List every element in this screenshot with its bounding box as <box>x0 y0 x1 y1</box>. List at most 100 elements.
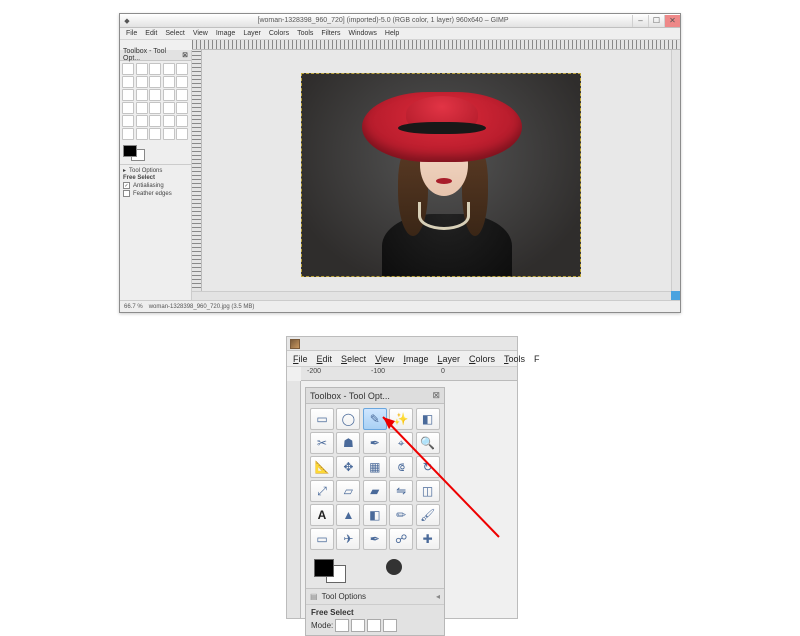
fuzzy-select-icon[interactable]: ✨ <box>389 408 413 430</box>
free-select-icon[interactable]: ✎ <box>363 408 387 430</box>
options-menu-icon[interactable]: ◂ <box>436 592 440 601</box>
menu-filters[interactable]: Filters <box>321 30 340 37</box>
menu-image[interactable]: Image <box>216 30 235 37</box>
tool-button[interactable] <box>176 89 188 101</box>
toolbox-title-bar[interactable]: Toolbox - Tool Opt... ⊠ <box>120 50 191 61</box>
bucket-icon[interactable]: ▲ <box>336 504 360 526</box>
ink-icon[interactable]: ✒ <box>363 528 387 550</box>
color-swatches[interactable] <box>306 554 444 588</box>
shear-icon[interactable]: ▱ <box>336 480 360 502</box>
move-icon[interactable]: ✥ <box>336 456 360 478</box>
image-canvas[interactable] <box>301 73 581 277</box>
tool-button[interactable] <box>149 115 161 127</box>
tool-button[interactable] <box>122 63 134 75</box>
antialias-checkbox[interactable]: ✓ <box>123 182 130 189</box>
color-select-icon[interactable]: ◧ <box>416 408 440 430</box>
tool-button[interactable] <box>176 63 188 75</box>
text-icon[interactable]: A <box>310 504 334 526</box>
menu-file[interactable]: File <box>126 30 137 37</box>
scrollbar-horizontal[interactable] <box>192 291 671 300</box>
canvas-area[interactable] <box>192 50 680 300</box>
menu-more[interactable]: F <box>534 354 540 364</box>
tool-button[interactable] <box>149 76 161 88</box>
flip-icon[interactable]: ⇋ <box>389 480 413 502</box>
active-brush-icon[interactable] <box>386 559 402 575</box>
fg-color-icon[interactable] <box>123 145 137 157</box>
tool-button[interactable] <box>149 128 161 140</box>
menu-colors[interactable]: Colors <box>269 30 289 37</box>
close-button[interactable]: ✕ <box>664 15 680 27</box>
heal-icon[interactable]: ✚ <box>416 528 440 550</box>
menu-select[interactable]: Select <box>165 30 184 37</box>
ruler-vertical[interactable] <box>287 381 301 618</box>
menu-colors[interactable]: Colors <box>469 354 495 364</box>
paintbrush-icon[interactable]: 🖌 <box>416 504 440 526</box>
ruler-horizontal[interactable]: -200 -100 0 <box>301 367 517 381</box>
clone-icon[interactable]: ☍ <box>389 528 413 550</box>
color-swatches[interactable] <box>120 142 191 164</box>
tool-button[interactable] <box>122 115 134 127</box>
ruler-vertical[interactable] <box>192 50 202 300</box>
drag-handle-icon[interactable]: ▤ <box>310 592 318 601</box>
tool-button[interactable] <box>122 89 134 101</box>
titlebar[interactable] <box>287 337 517 351</box>
tool-button[interactable] <box>163 89 175 101</box>
tool-button[interactable] <box>176 128 188 140</box>
tool-button[interactable] <box>176 115 188 127</box>
tool-button[interactable] <box>176 102 188 114</box>
minimize-button[interactable]: – <box>632 15 648 27</box>
scale-icon[interactable]: ⤢ <box>310 480 334 502</box>
toolbox-title-bar[interactable]: Toolbox - Tool Opt... ⊠ <box>306 388 444 404</box>
tool-button[interactable] <box>163 128 175 140</box>
menu-image[interactable]: Image <box>403 354 428 364</box>
navigation-icon[interactable] <box>671 291 680 300</box>
rectangle-select-icon[interactable]: ▭ <box>310 408 334 430</box>
foreground-select-icon[interactable]: ☗ <box>336 432 360 454</box>
tool-button[interactable] <box>163 76 175 88</box>
cage-icon[interactable]: ◫ <box>416 480 440 502</box>
tool-button[interactable] <box>122 76 134 88</box>
menu-tools[interactable]: Tools <box>297 30 313 37</box>
tool-options-header-row[interactable]: ▤ Tool Options ◂ <box>306 589 444 605</box>
mode-subtract-button[interactable] <box>367 619 381 632</box>
tool-button[interactable] <box>136 89 148 101</box>
ellipse-select-icon[interactable]: ◯ <box>336 408 360 430</box>
toolbox-close-icon[interactable]: ⊠ <box>182 51 188 59</box>
paths-icon[interactable]: ✒ <box>363 432 387 454</box>
tool-button[interactable] <box>136 115 148 127</box>
scissors-icon[interactable]: ✂ <box>310 432 334 454</box>
menu-windows[interactable]: Windows <box>348 30 376 37</box>
zoom-icon[interactable]: 🔍 <box>416 432 440 454</box>
tool-button[interactable] <box>149 102 161 114</box>
eraser-icon[interactable]: ▭ <box>310 528 334 550</box>
tool-button[interactable] <box>136 76 148 88</box>
menu-select[interactable]: Select <box>341 354 366 364</box>
tool-button[interactable] <box>136 128 148 140</box>
blend-icon[interactable]: ◧ <box>363 504 387 526</box>
menu-tools[interactable]: Tools <box>504 354 525 364</box>
tool-button[interactable] <box>136 63 148 75</box>
tool-button[interactable] <box>122 128 134 140</box>
menu-view[interactable]: View <box>193 30 208 37</box>
tool-button[interactable] <box>163 102 175 114</box>
menu-layer[interactable]: Layer <box>243 30 261 37</box>
mode-replace-button[interactable] <box>335 619 349 632</box>
fg-color-icon[interactable] <box>314 559 334 577</box>
titlebar[interactable]: ◆ [woman-1328398_960_720] (imported)-5.0… <box>120 14 680 28</box>
color-picker-icon[interactable]: ⌖ <box>389 432 413 454</box>
zoom-level[interactable]: 66.7 % <box>124 304 143 310</box>
perspective-icon[interactable]: ▰ <box>363 480 387 502</box>
airbrush-icon[interactable]: ✈ <box>336 528 360 550</box>
tool-button[interactable] <box>163 63 175 75</box>
menu-view[interactable]: View <box>375 354 394 364</box>
menu-edit[interactable]: Edit <box>145 30 157 37</box>
ruler-horizontal[interactable] <box>192 40 680 50</box>
toolbox-close-icon[interactable]: ⊠ <box>432 390 440 401</box>
tool-button[interactable] <box>149 63 161 75</box>
menu-file[interactable]: File <box>293 354 308 364</box>
measure-icon[interactable]: 📐 <box>310 456 334 478</box>
maximize-button[interactable]: ☐ <box>648 15 664 27</box>
mode-intersect-button[interactable] <box>383 619 397 632</box>
mode-add-button[interactable] <box>351 619 365 632</box>
tool-button[interactable] <box>149 89 161 101</box>
